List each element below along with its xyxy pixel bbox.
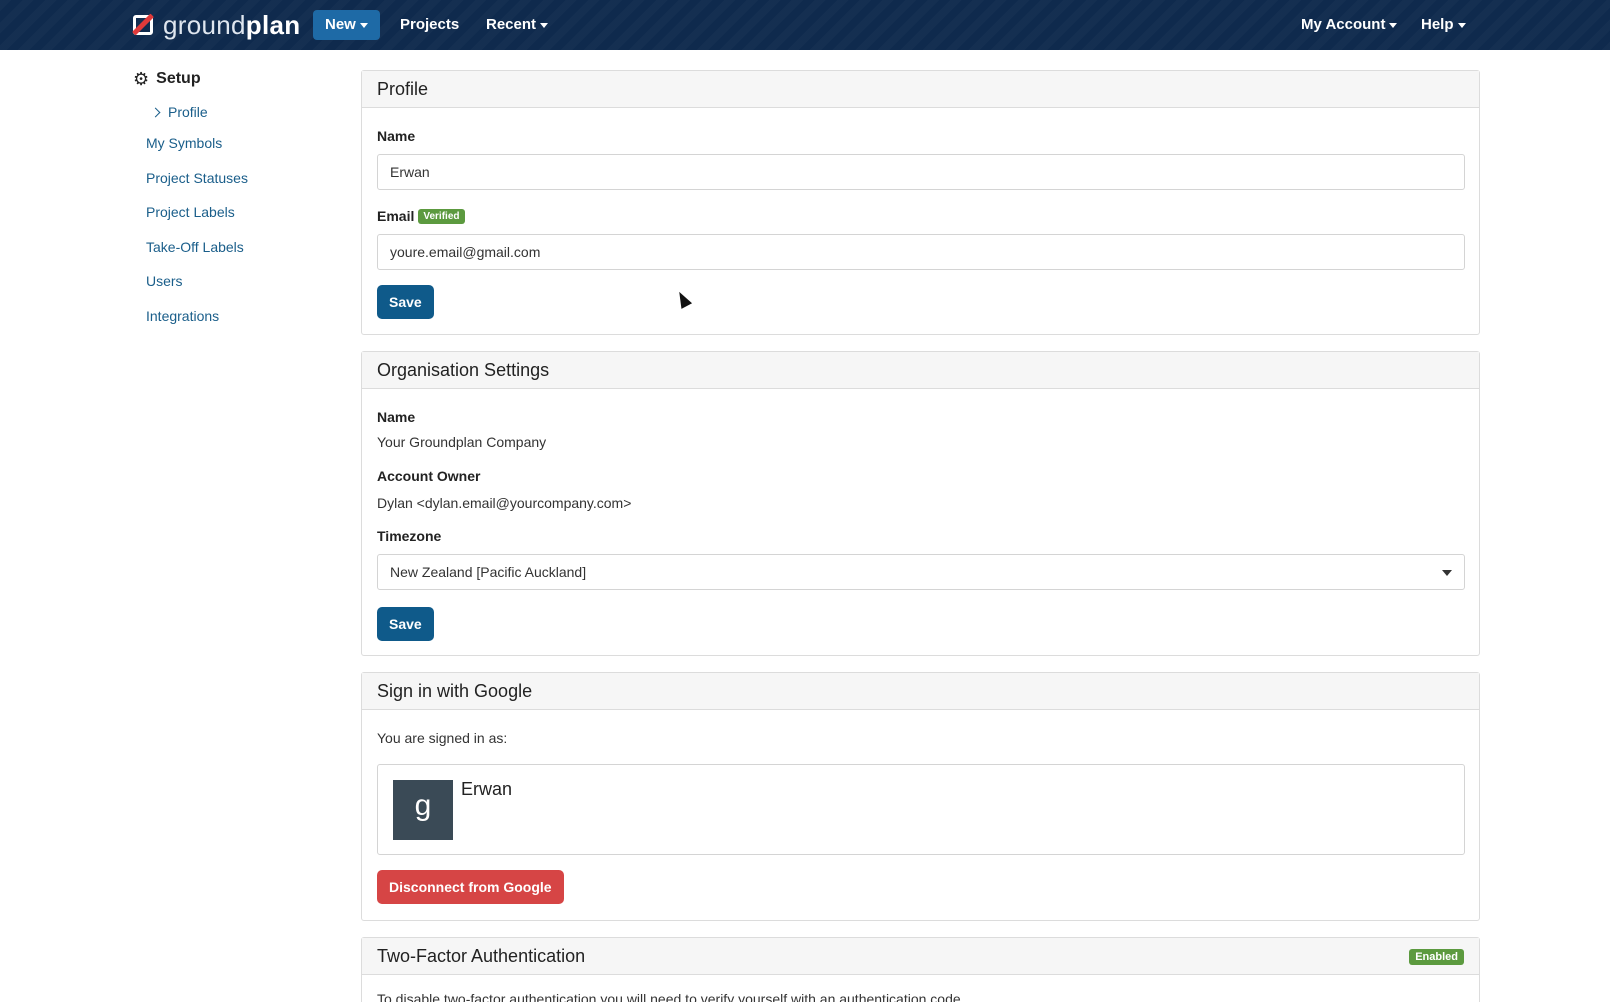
my-account-dropdown[interactable]: My Account	[1289, 10, 1409, 40]
save-organisation-button[interactable]: Save	[377, 607, 434, 641]
sidebar-item-users[interactable]: Users	[146, 273, 183, 289]
caret-down-icon	[540, 22, 549, 28]
top-navbar: groundplan New Projects Recent My Accoun…	[0, 0, 1610, 50]
sidebar-heading: ⚙ Setup	[133, 68, 333, 90]
sidebar-item-project-labels[interactable]: Project Labels	[146, 204, 235, 220]
account-owner-label: Account Owner	[377, 468, 481, 484]
save-profile-button[interactable]: Save	[377, 285, 434, 319]
organisation-settings-panel: Organisation Settings Name Your Groundpl…	[361, 351, 1480, 656]
nav-projects-link[interactable]: Projects	[388, 10, 471, 40]
setup-sidebar: ⚙ Setup Profile My Symbols Project Statu…	[133, 68, 333, 324]
name-label: Name	[377, 128, 416, 144]
groundplan-logo-icon	[131, 13, 155, 37]
caret-down-icon	[359, 22, 368, 28]
google-account-card: g Erwan	[377, 764, 1465, 855]
sidebar-item-profile[interactable]: Profile	[150, 104, 208, 120]
account-owner-value: Dylan <dylan.email@yourcompany.com>	[377, 495, 632, 511]
two-factor-panel: Two-Factor Authentication Enabled To disa…	[361, 937, 1480, 1002]
disconnect-google-button[interactable]: Disconnect from Google	[377, 870, 564, 904]
timezone-label: Timezone	[377, 528, 442, 544]
sidebar-item-integrations[interactable]: Integrations	[146, 308, 219, 324]
email-label: Email Verified	[377, 208, 465, 225]
sidebar-item-take-off-labels[interactable]: Take-Off Labels	[146, 239, 244, 255]
caret-down-icon	[1389, 22, 1398, 28]
brand-wordmark: groundplan	[163, 10, 301, 40]
signed-in-text: You are signed in as:	[377, 730, 508, 746]
timezone-select[interactable]: New Zealand [Pacific Auckland]	[377, 554, 1465, 590]
google-signin-panel: Sign in with Google You are signed in as…	[361, 672, 1480, 921]
org-name-value: Your Groundplan Company	[377, 434, 547, 450]
panel-title: Profile	[362, 71, 1479, 108]
avatar: g	[393, 780, 453, 840]
new-dropdown-button[interactable]: New	[313, 10, 380, 40]
panel-title: Two-Factor Authentication Enabled	[362, 938, 1479, 975]
google-account-name: Erwan	[461, 779, 513, 799]
caret-down-icon	[1457, 22, 1466, 28]
help-dropdown[interactable]: Help	[1409, 10, 1478, 40]
org-name-label: Name	[377, 409, 416, 425]
verified-badge: Verified	[418, 208, 465, 224]
chevron-down-icon	[1442, 570, 1452, 576]
brand-logo[interactable]: groundplan	[131, 10, 300, 40]
profile-panel: Profile Name Erwan Email Verified youre.e…	[361, 70, 1480, 335]
enabled-badge: Enabled	[1409, 949, 1464, 965]
panel-title: Sign in with Google	[362, 673, 1479, 710]
recent-dropdown[interactable]: Recent	[474, 10, 560, 40]
gear-icon: ⚙	[133, 69, 150, 89]
panel-title: Organisation Settings	[362, 352, 1479, 389]
sidebar-heading-label: Setup	[156, 70, 201, 87]
sidebar-item-my-symbols[interactable]: My Symbols	[146, 135, 222, 151]
sidebar-item-project-statuses[interactable]: Project Statuses	[146, 170, 248, 186]
chevron-right-icon	[150, 107, 161, 118]
name-input[interactable]: Erwan	[377, 154, 1465, 190]
email-input[interactable]: youre.email@gmail.com	[377, 234, 1465, 270]
two-factor-description: To disable two-factor authentication you…	[377, 991, 965, 1002]
